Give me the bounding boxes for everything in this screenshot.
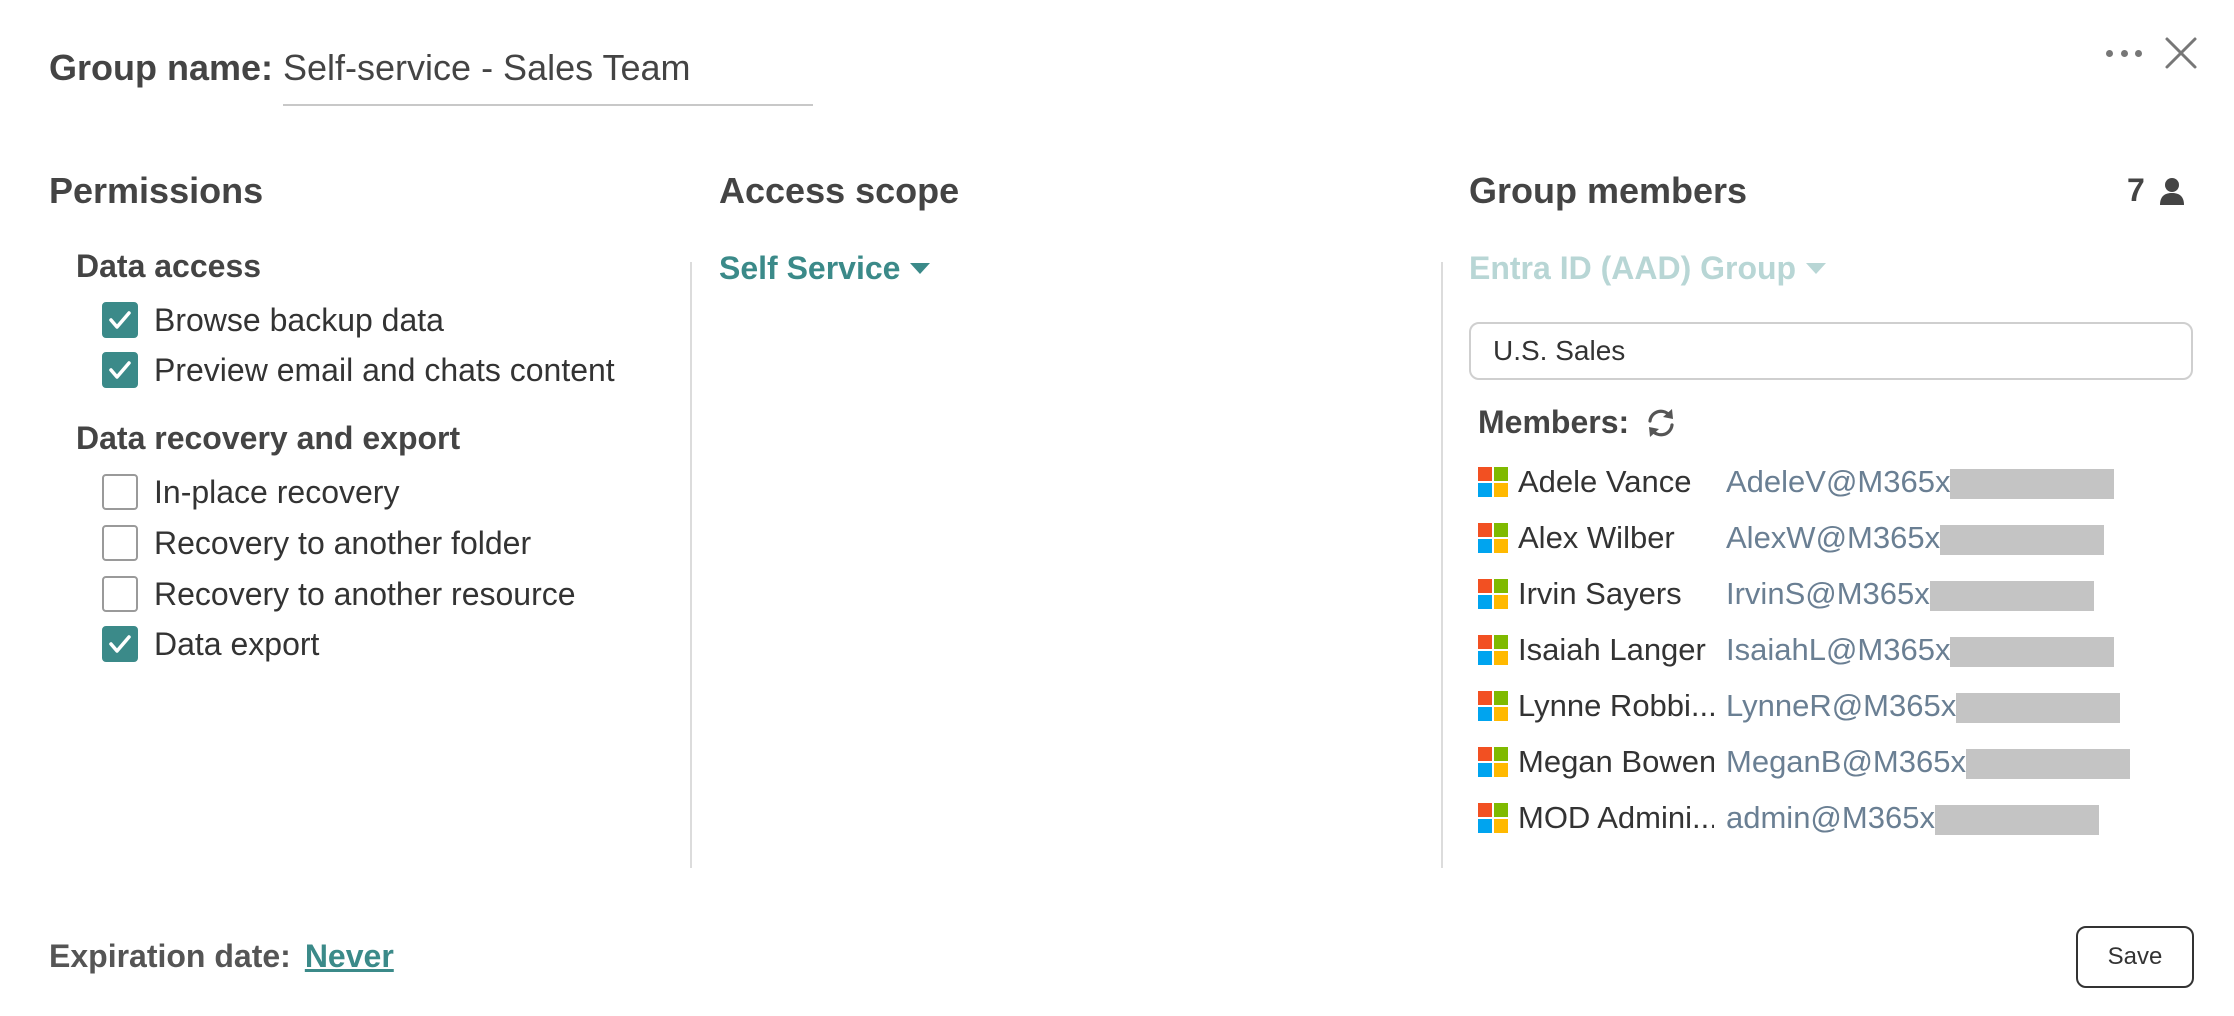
member-row: Isaiah Langer IsaiahL@M365x: [1478, 628, 2115, 672]
checkbox-unchecked-icon[interactable]: [102, 525, 138, 561]
member-email: AdeleV@M365x: [1726, 464, 2115, 500]
checkbox-in-place-recovery[interactable]: In-place recovery: [102, 472, 399, 512]
redacted-block: [1956, 692, 2121, 723]
member-row: Lynne Robbi... LynneR@M365x: [1478, 684, 2121, 728]
members-label-row: Members:: [1478, 404, 1679, 441]
checkbox-label: Preview email and chats content: [154, 351, 615, 388]
members-count: 7: [2127, 172, 2185, 209]
redacted-block: [1934, 804, 2099, 835]
member-row: Alex Wilber AlexW@M365x: [1478, 516, 2105, 560]
column-divider: [1441, 262, 1443, 868]
checkbox-checked-icon[interactable]: [102, 352, 138, 388]
member-email: IrvinS@M365x: [1726, 576, 2094, 612]
members-label: Members:: [1478, 404, 1630, 440]
microsoft-logo-icon: [1478, 635, 1508, 665]
data-recovery-heading: Data recovery and export: [76, 420, 461, 456]
member-name: Isaiah Langer: [1518, 632, 1706, 667]
redacted-block: [1965, 748, 2130, 779]
redacted-block: [1929, 580, 2094, 611]
member-email-text: MeganB@M365x: [1726, 744, 1966, 779]
checkbox-label: In-place recovery: [154, 473, 400, 510]
caret-down-icon: [1806, 263, 1827, 274]
save-button[interactable]: Save: [2076, 926, 2194, 988]
group-name-label: Group name:: [49, 47, 274, 88]
member-row: MOD Admini... admin@M365x: [1478, 796, 2099, 840]
member-source-dropdown[interactable]: Entra ID (AAD) Group: [1469, 250, 1827, 287]
group-settings-dialog: Group name: Permissions Access scope Gro…: [0, 0, 2234, 1016]
member-source-value: Entra ID (AAD) Group: [1469, 250, 1797, 286]
group-name-row: Group name:: [49, 44, 814, 106]
checkbox-label: Browse backup data: [154, 301, 444, 338]
access-scope-value: Self Service: [719, 250, 901, 286]
member-row: Megan Bowen MeganB@M365x: [1478, 740, 2130, 784]
checkbox-label: Recovery to another resource: [154, 575, 576, 612]
member-name: Megan Bowen: [1518, 744, 1714, 779]
member-name: Irvin Sayers: [1518, 576, 1682, 611]
access-scope-dropdown[interactable]: Self Service: [719, 250, 931, 287]
microsoft-logo-icon: [1478, 579, 1508, 609]
member-name: Adele Vance: [1518, 464, 1692, 499]
user-icon: [2159, 177, 2184, 205]
redacted-block: [1950, 468, 2115, 499]
microsoft-logo-icon: [1478, 691, 1508, 721]
member-name: Alex Wilber: [1518, 520, 1675, 555]
member-name: Lynne Robbi...: [1518, 688, 1714, 723]
checkbox-browse-backup-data[interactable]: Browse backup data: [102, 300, 444, 340]
member-name: MOD Admini...: [1518, 800, 1714, 835]
checkbox-label: Recovery to another folder: [154, 524, 532, 561]
redacted-block: [1940, 524, 2105, 555]
microsoft-logo-icon: [1478, 523, 1508, 553]
expiration-label: Expiration date:: [49, 938, 291, 974]
member-email-text: IrvinS@M365x: [1726, 576, 1930, 611]
checkbox-unchecked-icon[interactable]: [102, 576, 138, 612]
member-email: IsaiahL@M365x: [1726, 632, 2115, 668]
checkbox-data-export[interactable]: Data export: [102, 624, 319, 664]
group-members-title: Group members: [1469, 170, 1748, 211]
group-search-input[interactable]: [1469, 322, 2193, 380]
redacted-block: [1950, 636, 2115, 667]
member-row: Irvin Sayers IrvinS@M365x: [1478, 572, 2094, 616]
member-email: MeganB@M365x: [1726, 744, 2130, 780]
member-email: LynneR@M365x: [1726, 688, 2121, 724]
caret-down-icon: [910, 263, 931, 274]
checkbox-checked-icon[interactable]: [102, 626, 138, 662]
checkbox-unchecked-icon[interactable]: [102, 474, 138, 510]
member-email-text: admin@M365x: [1726, 800, 1935, 835]
column-divider: [690, 262, 692, 868]
expiration-row: Expiration date: Never: [49, 938, 394, 975]
refresh-icon[interactable]: [1643, 405, 1679, 441]
more-options-icon[interactable]: [2106, 50, 2142, 60]
close-icon[interactable]: [2164, 36, 2198, 70]
member-email-text: AlexW@M365x: [1726, 520, 1941, 555]
checkbox-preview-email-chats[interactable]: Preview email and chats content: [102, 350, 615, 390]
checkbox-label: Data export: [154, 625, 320, 662]
checkbox-recovery-another-resource[interactable]: Recovery to another resource: [102, 574, 576, 614]
member-email: AlexW@M365x: [1726, 520, 2105, 556]
permissions-title: Permissions: [49, 170, 264, 211]
access-scope-title: Access scope: [719, 170, 960, 211]
microsoft-logo-icon: [1478, 803, 1508, 833]
checkbox-checked-icon[interactable]: [102, 302, 138, 338]
member-row: Adele Vance AdeleV@M365x: [1478, 460, 2115, 504]
member-email-text: LynneR@M365x: [1726, 688, 1957, 723]
checkbox-recovery-another-folder[interactable]: Recovery to another folder: [102, 523, 531, 563]
microsoft-logo-icon: [1478, 747, 1508, 777]
member-email-text: AdeleV@M365x: [1726, 464, 1951, 499]
data-access-heading: Data access: [76, 248, 262, 284]
member-email: admin@M365x: [1726, 800, 2099, 836]
expiration-date-link[interactable]: Never: [305, 938, 394, 975]
group-name-input[interactable]: [283, 44, 814, 106]
microsoft-logo-icon: [1478, 467, 1508, 497]
member-email-text: IsaiahL@M365x: [1726, 632, 1951, 667]
members-count-value: 7: [2127, 172, 2145, 208]
